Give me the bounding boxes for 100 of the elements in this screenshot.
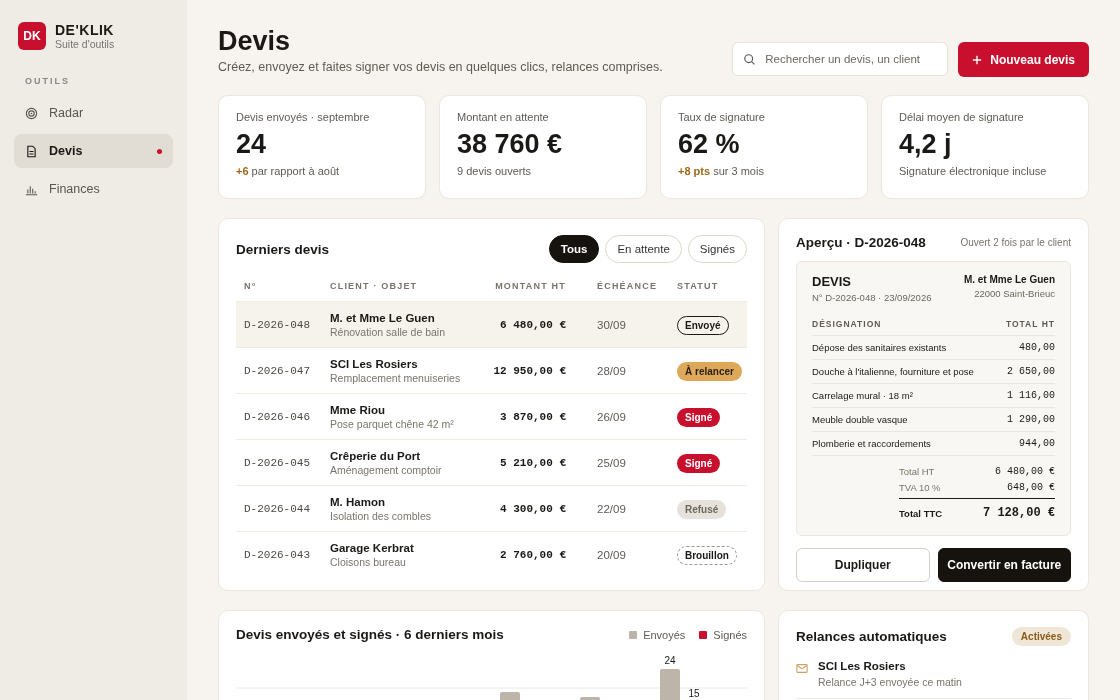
- status-badge: Signé: [677, 407, 721, 427]
- quote-number: D-2026-048: [244, 318, 311, 331]
- line-amount: 2 650,00: [1007, 366, 1055, 377]
- logo: DK: [18, 22, 46, 50]
- quote-number: D-2026-047: [244, 364, 311, 377]
- client-name: M. Hamon: [330, 495, 386, 508]
- status-badge: À relancer: [677, 361, 742, 381]
- stat-note: 9 devis ouverts: [457, 165, 532, 177]
- client-name: Garage Kerbrat: [330, 541, 415, 554]
- stat-label: Devis envoyés · septembre: [236, 111, 371, 123]
- document-icon: [25, 144, 38, 158]
- quote-object: Pose parquet chêne 42 m²: [330, 417, 455, 430]
- due-date: 30/09: [596, 318, 627, 331]
- column-header: ÉCHÉANCE: [596, 281, 654, 291]
- bar-label: 15: [688, 688, 700, 699]
- amount: 5 210,00 €: [499, 456, 566, 469]
- section-label: OUTILS: [25, 76, 71, 86]
- total-value: 648,00 €: [1007, 481, 1055, 493]
- stat-label: Délai moyen de signature: [899, 111, 1025, 123]
- quote-object: Rénovation salle de bain: [330, 325, 446, 338]
- client-name: Mme Riou: [330, 403, 386, 416]
- filter-chip[interactable]: En attente: [605, 235, 682, 263]
- reminder-client: SCI Les Rosiers: [818, 660, 907, 672]
- search-field[interactable]: Rechercher un devis, un client: [732, 42, 949, 76]
- client-name: M. et Mme Le Guen: [330, 311, 436, 324]
- stat-label: Taux de signature: [678, 111, 766, 123]
- document-heading: DEVIS: [812, 274, 852, 289]
- sidebar-item[interactable]: Finances: [14, 172, 173, 206]
- page-title: Devis: [218, 25, 292, 58]
- total-label: Total TTC: [899, 507, 943, 519]
- line-label: Carrelage mural · 18 m²: [812, 390, 913, 401]
- stat-note: Signature électronique incluse: [899, 165, 1048, 177]
- legend-label: Envoyés: [643, 628, 686, 641]
- column-header: MONTANT HT: [494, 281, 566, 291]
- table-row[interactable]: D-2026-046 Mme Riou Pose parquet chêne 42 m² 3 870,00 € 26/09 Signé: [236, 394, 747, 440]
- line-amount: 944,00: [1019, 438, 1055, 449]
- client-name: M. et Mme Le Guen: [963, 274, 1055, 285]
- quote-number: D-2026-045: [244, 456, 311, 469]
- quote-number: D-2026-046: [244, 410, 311, 423]
- column-header: STATUT: [676, 281, 720, 291]
- stat-value: 38 760 €: [457, 129, 564, 160]
- total-value: 6 480,00 €: [995, 465, 1055, 477]
- amount: 4 300,00 €: [499, 502, 566, 515]
- line-label: Dépose des sanitaires existants: [812, 342, 947, 353]
- due-date: 20/09: [596, 548, 627, 561]
- total-label: Total HT: [899, 465, 935, 477]
- duplicate-button[interactable]: Dupliquer: [796, 548, 930, 582]
- total-value: 7 128,00 €: [983, 506, 1055, 520]
- stat-note: +6 par rapport à août: [236, 165, 341, 177]
- filter-chip[interactable]: Tous: [548, 235, 600, 263]
- table-row[interactable]: D-2026-047 SCI Les Rosiers Remplacement menuiseries 12 950,00 € 28/09 À relancer: [236, 348, 747, 394]
- brand-name: DE'KLIK: [55, 22, 115, 38]
- page-subtitle: Créez, envoyez et faites signer vos devis en quelques clics, relances comprises.: [218, 60, 664, 74]
- amount: 3 870,00 €: [499, 410, 566, 423]
- mail-icon: [796, 663, 808, 674]
- due-date: 26/09: [596, 410, 627, 423]
- card-title: Relances automatiques: [796, 629, 947, 644]
- due-date: 25/09: [596, 456, 627, 469]
- convert-button[interactable]: Convertir en facture: [937, 548, 1071, 582]
- client-name: Crêperie du Port: [330, 449, 422, 462]
- card-title: Derniers devis: [236, 241, 330, 257]
- line-label: Meuble double vasque: [812, 414, 908, 425]
- column-header: N°: [244, 281, 258, 291]
- client-address: 22000 Saint-Brieuc: [974, 288, 1055, 299]
- column-header: CLIENT · OBJET: [330, 281, 419, 291]
- line-amount: 480,00: [1019, 342, 1055, 353]
- brand-tagline: Suite d'outils: [55, 38, 115, 50]
- quote-object: Remplacement menuiseries: [330, 371, 462, 384]
- line-label: Douche à l'italienne, fourniture et pose: [812, 366, 974, 377]
- opened-note: Ouvert 2 fois par le client: [960, 237, 1071, 248]
- amount: 6 480,00 €: [499, 318, 566, 331]
- plus-icon: [972, 54, 983, 65]
- quote-object: Aménagement comptoir: [330, 463, 443, 476]
- stat-value: 4,2 j: [899, 129, 953, 160]
- status-badge: Signé: [677, 453, 721, 473]
- table-row[interactable]: D-2026-045 Crêperie du Port Aménagement comptoir 5 210,00 € 25/09 Signé: [236, 440, 747, 486]
- column-header: DÉSIGNATION: [812, 319, 882, 329]
- card-title: Aperçu · D-2026-048: [796, 235, 926, 250]
- filter-chip[interactable]: Signés: [687, 235, 747, 263]
- sidebar-item[interactable]: Devis: [14, 134, 173, 168]
- total-label: TVA 10 %: [899, 481, 941, 493]
- table-row[interactable]: D-2026-044 M. Hamon Isolation des combles 4 300,00 € 22/09 Refusé: [236, 486, 747, 532]
- sidebar-item[interactable]: Radar: [14, 96, 173, 130]
- status-badge: Activées: [1011, 627, 1071, 646]
- status-badge: Refusé: [677, 499, 727, 519]
- legend-label: Signés: [713, 628, 747, 641]
- table-row[interactable]: D-2026-043 Garage Kerbrat Cloisons bureau 2 760,00 € 20/09 Brouillon: [236, 532, 747, 577]
- column-header: TOTAL HT: [1005, 319, 1055, 329]
- table-row[interactable]: D-2026-048 M. et Mme Le Guen Rénovation salle de bain 6 480,00 € 30/09 Envoyé: [236, 302, 747, 348]
- bar-label: 24: [664, 655, 676, 666]
- reminder-note: Relance J+3 envoyée ce matin: [818, 676, 962, 688]
- card-title: Devis envoyés et signés · 6 derniers mois: [236, 627, 504, 642]
- stat-value: 62 %: [678, 129, 741, 160]
- quote-object: Cloisons bureau: [330, 555, 407, 568]
- new-quote-button[interactable]: Nouveau devis: [958, 42, 1089, 77]
- due-date: 28/09: [596, 364, 627, 377]
- client-name: SCI Les Rosiers: [330, 357, 419, 370]
- stat-label: Montant en attente: [457, 111, 550, 123]
- stat-note: +8 pts sur 3 mois: [678, 165, 765, 177]
- quote-object: Isolation des combles: [330, 509, 432, 522]
